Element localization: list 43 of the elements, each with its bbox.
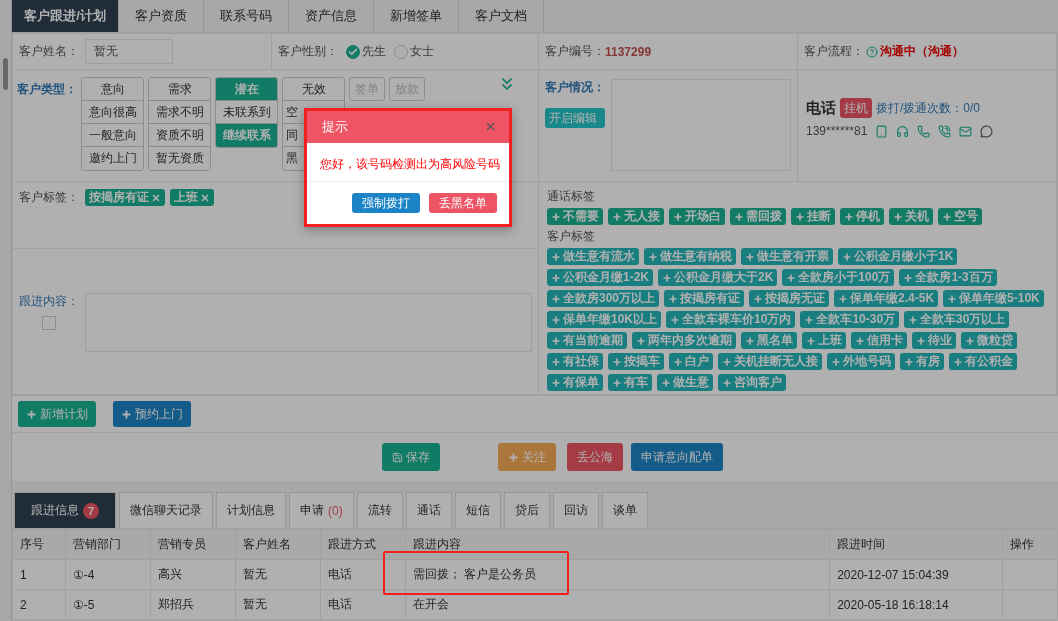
table-cell: 高兴 (150, 559, 236, 590)
status-badge: 挂机 (840, 98, 872, 118)
column-header: 跟进内容 (405, 529, 830, 560)
call-counts: 拨打/拨通次数：0/0 (876, 99, 980, 117)
column-header: 营销专员 (150, 529, 236, 560)
table-cell: 郑招兵 (150, 589, 236, 620)
count-badge: 7 (83, 502, 99, 519)
column-header: 序号 (12, 529, 66, 560)
field-label: 客户流程： (804, 43, 864, 60)
phone-number: 139******81 (806, 124, 868, 138)
table-cell: 暂无 (235, 589, 321, 620)
field-label: 客户编号： (545, 43, 605, 60)
dialog-title: 提示 (322, 117, 348, 136)
flow-status: 沟通中（沟通） (880, 43, 964, 60)
section-title: 通话标签 (547, 188, 596, 205)
table-cell: 1 (12, 559, 66, 590)
table-cell: 需回拨； 客户是公务员 (405, 559, 830, 590)
customer-id: 1137299 (605, 44, 652, 59)
table-cell: 在开会 (405, 589, 830, 620)
table-cell: 电话 (320, 559, 406, 590)
column-header: 操作 (1002, 529, 1058, 560)
table-cell: 2020-12-07 15:04:39 (829, 559, 1003, 590)
field-label: 跟进内容： (19, 293, 79, 310)
table-cell: ①-4 (65, 559, 151, 590)
table-cell: 2 (12, 589, 66, 620)
field-label: 客户标签： (19, 189, 79, 206)
field-label: 客户类型： (17, 81, 77, 98)
section-title: 客户标签 (547, 228, 596, 245)
column-header: 营销部门 (65, 529, 151, 560)
dialog-message: 您好，该号码检测出为高风险号码 (307, 142, 509, 182)
field-label: 客户情况： (545, 79, 605, 96)
radio-label: 女士 (410, 43, 434, 60)
table-cell: 暂无 (235, 559, 321, 590)
phone-title: 电话 (806, 98, 836, 118)
column-header: 跟进方式 (320, 529, 406, 560)
radio-label: 先生 (362, 43, 386, 60)
table-cell: 2020-05-18 16:18:14 (829, 589, 1003, 620)
table-cell: 电话 (320, 589, 406, 620)
column-header: 客户姓名 (235, 529, 321, 560)
column-header: 跟进时间 (829, 529, 1003, 560)
field-label: 客户姓名： (19, 43, 79, 60)
field-label: 客户性别： (278, 43, 338, 60)
table-cell: ①-5 (65, 589, 151, 620)
